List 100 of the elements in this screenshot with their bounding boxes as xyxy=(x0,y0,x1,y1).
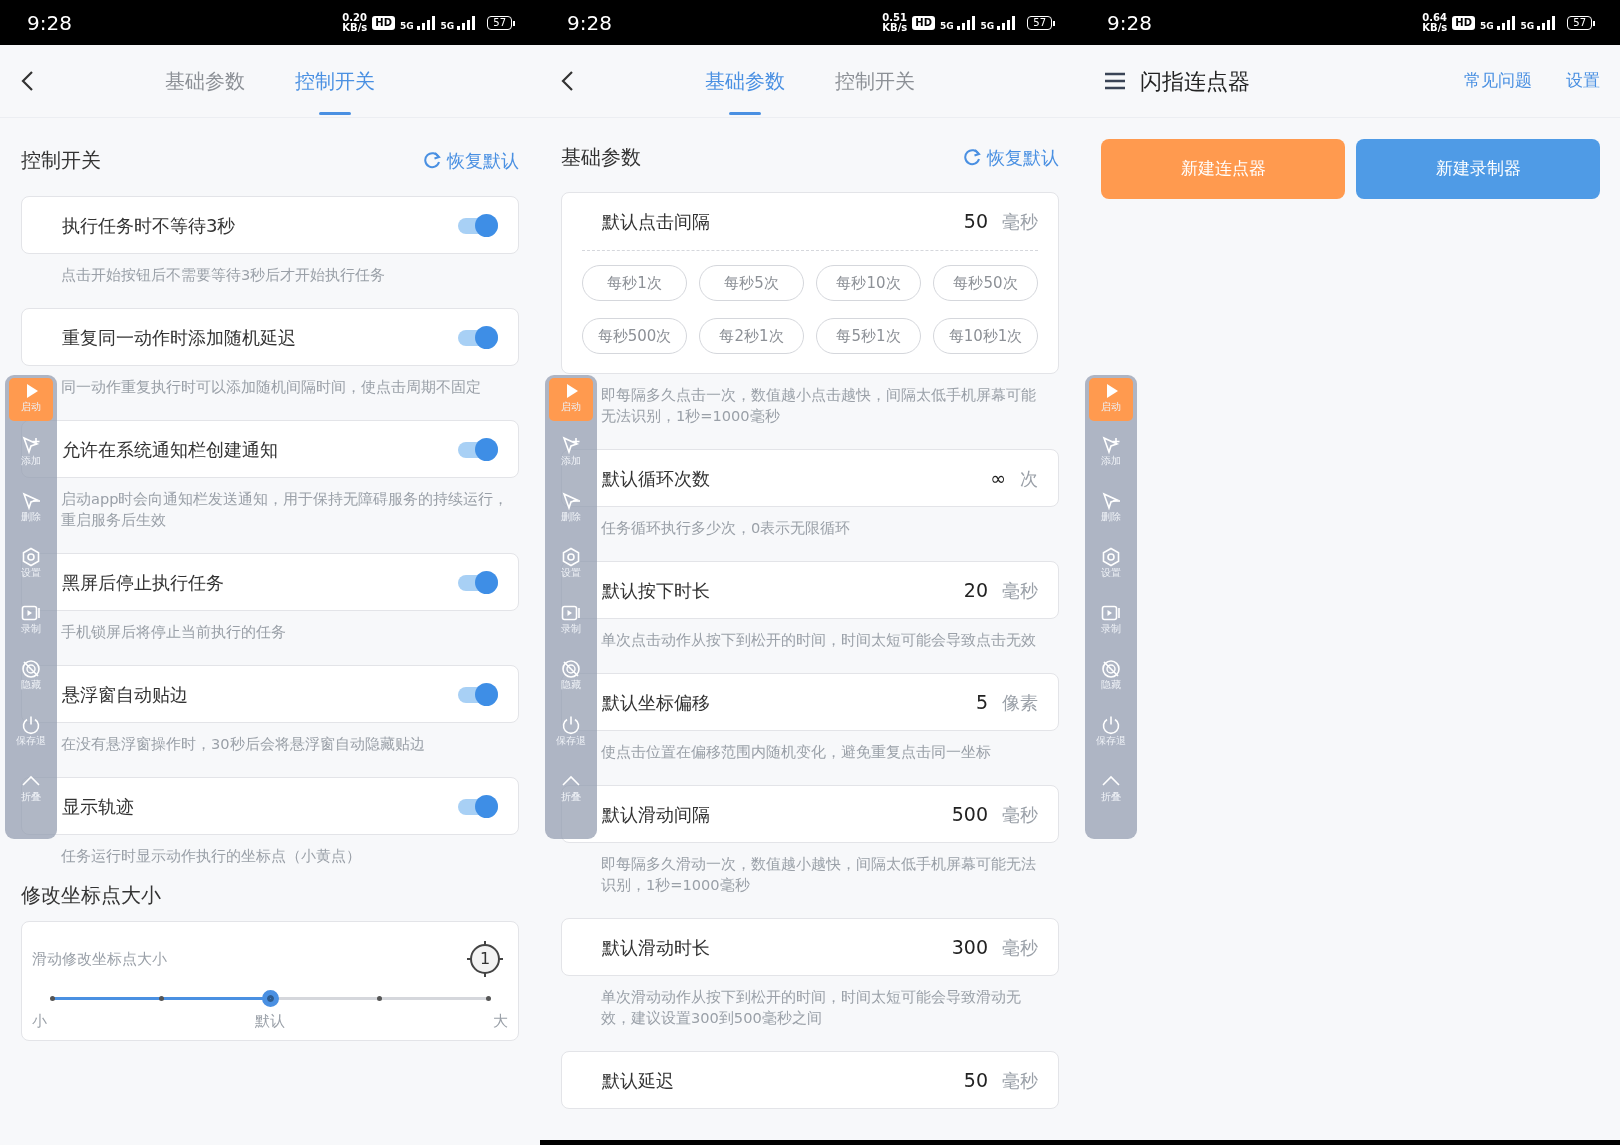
toolbar-button[interactable]: 折叠 xyxy=(9,767,53,823)
settings-icon xyxy=(21,547,41,567)
setting-value[interactable]: 50 xyxy=(963,1065,988,1095)
slider-track[interactable] xyxy=(52,990,488,1007)
toggle-switch[interactable] xyxy=(458,795,498,817)
power-icon xyxy=(561,715,581,735)
header-link[interactable]: 常见问题 xyxy=(1464,68,1532,94)
unit-label: 毫秒 xyxy=(1002,802,1038,827)
preset-chip[interactable]: 每10秒1次 xyxy=(933,318,1038,354)
header-link[interactable]: 设置 xyxy=(1566,68,1600,94)
toolbar-button[interactable]: 折叠 xyxy=(549,767,593,823)
hint-text: 即每隔多久点击一次，数值越小点击越快，间隔太低手机屏幕可能无法识别，1秒=1000毫秒 xyxy=(601,385,1037,426)
hint-text: 使点击位置在偏移范围内随机变化，避免重复点击同一坐标 xyxy=(601,742,992,762)
hd-badge: HD xyxy=(1452,15,1475,30)
setting-label: 默认按下时长 xyxy=(602,578,710,603)
network-type: 5G xyxy=(1520,21,1535,31)
network-speed: 0.64 xyxy=(1422,12,1448,23)
slider-max-label: 大 xyxy=(493,1011,508,1032)
toolbar-button[interactable]: 隐藏 xyxy=(1089,655,1133,711)
preset-chip[interactable]: 每秒10次 xyxy=(816,265,921,301)
setting-value[interactable]: 5 xyxy=(975,687,988,717)
back-icon[interactable] xyxy=(560,70,574,92)
setting-label: 悬浮窗自动贴边 xyxy=(62,682,188,707)
unit-label: 毫秒 xyxy=(1002,578,1038,603)
setting-label: 默认坐标偏移 xyxy=(602,690,710,715)
setting-value[interactable]: 300 xyxy=(951,932,988,962)
preset-chip[interactable]: 每2秒1次 xyxy=(699,318,804,354)
app-title: 闪指连点器 xyxy=(1140,67,1250,96)
network-speed: 0.51 xyxy=(882,12,908,23)
clock-time: 9:28 xyxy=(1107,9,1152,37)
toolbar-button[interactable]: 启动 xyxy=(549,378,593,421)
signal-icon xyxy=(955,14,976,31)
toolbar-button[interactable]: 启动 xyxy=(9,378,53,421)
preset-chip[interactable]: 每秒5次 xyxy=(699,265,804,301)
eye-slash-icon xyxy=(561,659,581,679)
toggle-switch[interactable] xyxy=(458,214,498,236)
speed-unit: KB/s xyxy=(882,22,908,33)
pointer-plus-icon xyxy=(1101,435,1121,455)
section-title: 控制开关 xyxy=(21,147,101,174)
setting-label: 默认点击间隔 xyxy=(602,210,710,234)
setting-label: 默认滑动时长 xyxy=(602,935,710,960)
setting-label: 允许在系统通知栏创建通知 xyxy=(62,437,278,462)
preset-chip[interactable]: 每秒500次 xyxy=(582,318,687,354)
network-type: 5G xyxy=(1479,21,1494,31)
unit-label: 毫秒 xyxy=(1002,210,1038,234)
toggle-switch[interactable] xyxy=(458,438,498,460)
pointer-plus-icon xyxy=(561,435,581,455)
slider-label: 滑动修改坐标点大小 xyxy=(32,948,167,970)
toggle-switch[interactable] xyxy=(458,326,498,348)
clock-time: 9:28 xyxy=(27,9,72,37)
setting-label: 黑屏后停止执行任务 xyxy=(62,570,224,595)
setting-label: 默认滑动间隔 xyxy=(602,802,710,827)
reset-button[interactable]: 恢复默认 xyxy=(963,143,1059,171)
speed-unit: KB/s xyxy=(342,22,368,33)
toolbar-button[interactable]: 启动 xyxy=(1089,378,1133,421)
signal-icon xyxy=(456,14,477,31)
slider-thumb[interactable] xyxy=(261,990,279,1007)
section-title: 基础参数 xyxy=(561,144,641,171)
unit-label: 毫秒 xyxy=(1002,1068,1038,1093)
hd-badge: HD xyxy=(372,15,395,30)
battery-indicator: 57 xyxy=(1027,15,1052,30)
preset-chip[interactable]: 每5秒1次 xyxy=(816,318,921,354)
slider-mid-label: 默认 xyxy=(255,1011,285,1032)
reset-button[interactable]: 恢复默认 xyxy=(423,146,519,174)
setting-value[interactable]: 500 xyxy=(951,799,988,829)
refresh-icon xyxy=(963,148,981,166)
eye-slash-icon xyxy=(21,659,41,679)
back-icon[interactable] xyxy=(20,70,34,92)
eye-slash-icon xyxy=(1101,659,1121,679)
toggle-switch[interactable] xyxy=(458,571,498,593)
pointer-minus-icon xyxy=(21,491,41,511)
unit-label: 次 xyxy=(1020,466,1038,491)
preset-chip[interactable]: 每秒1次 xyxy=(582,265,687,301)
toolbar-button[interactable]: 折叠 xyxy=(1089,767,1133,823)
create-button[interactable]: 新建连点器 xyxy=(1101,139,1345,199)
setting-value[interactable]: 50 xyxy=(963,207,988,236)
speed-unit: KB/s xyxy=(1422,22,1448,33)
setting-value[interactable]: 20 xyxy=(963,575,988,605)
menu-icon[interactable] xyxy=(1104,72,1126,90)
tab[interactable]: 控制开关 xyxy=(293,44,377,118)
pointer-minus-icon xyxy=(561,491,581,511)
create-button[interactable]: 新建录制器 xyxy=(1356,139,1600,199)
tab[interactable]: 基础参数 xyxy=(703,44,787,118)
toggle-switch[interactable] xyxy=(458,683,498,705)
tab[interactable]: 控制开关 xyxy=(833,44,917,118)
setting-label: 显示轨迹 xyxy=(62,794,134,819)
network-type: 5G xyxy=(939,21,954,31)
hint-text: 点击开始按钮后不需要等待3秒后才开始执行任务 xyxy=(61,265,387,285)
preset-chip[interactable]: 每秒50次 xyxy=(933,265,1038,301)
hd-badge: HD xyxy=(912,15,935,30)
setting-value[interactable]: ∞ xyxy=(990,463,1006,493)
hint-text: 任务运行时显示动作执行的坐标点（小黄点） xyxy=(61,846,362,866)
hint-text: 同一动作重复执行时可以添加随机间隔时间，使点击周期不固定 xyxy=(61,377,482,397)
hint-text: 在没有悬浮窗操作时，30秒后会将悬浮窗自动隐藏贴边 xyxy=(61,734,426,754)
network-type: 5G xyxy=(440,21,455,31)
hint-text: 单次滑动动作从按下到松开的时间，时间太短可能会导致滑动无效，建议设置300到500毫秒之间 xyxy=(601,987,1022,1028)
signal-icon xyxy=(1536,14,1557,31)
setting-label: 执行任务时不等待3秒 xyxy=(62,213,236,238)
tab[interactable]: 基础参数 xyxy=(163,44,247,118)
setting-label: 默认循环次数 xyxy=(602,466,710,491)
